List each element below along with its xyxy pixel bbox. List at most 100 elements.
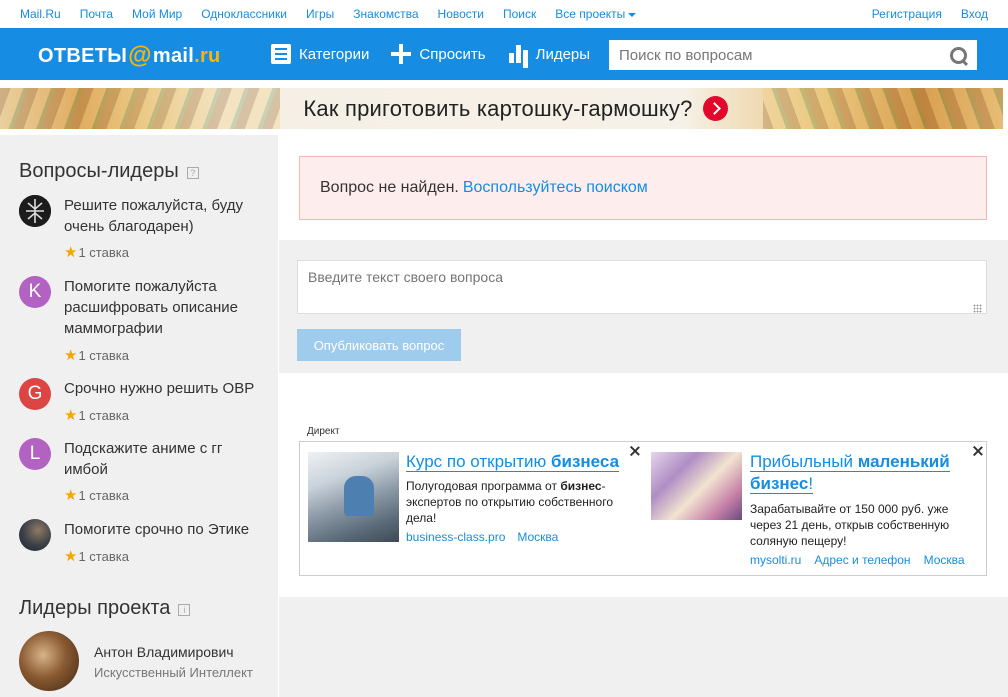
ad-text-bold: бизнес — [560, 479, 602, 493]
plus-icon — [391, 44, 412, 64]
project-leaders-title: Лидеры проекта — [19, 597, 171, 619]
question-textarea[interactable] — [297, 260, 987, 314]
question-title[interactable]: Помогите срочно по Этике — [64, 519, 274, 540]
emblem-icon — [19, 195, 51, 227]
ad-title-plain: Курс по открытию — [406, 452, 552, 471]
portal-link-search[interactable]: Поиск — [503, 7, 536, 21]
login-link[interactable]: Вход — [961, 7, 988, 21]
avatar[interactable] — [19, 631, 79, 691]
portal-link-myworld[interactable]: Мой Мир — [132, 7, 182, 21]
star-icon: ★ — [64, 347, 78, 364]
portal-link-ok[interactable]: Одноклассники — [201, 7, 287, 21]
search-box — [609, 40, 977, 70]
avatar[interactable]: K — [19, 276, 51, 308]
ad-domain-link[interactable]: mysolti.ru — [750, 553, 801, 567]
all-projects-label: Все проекты — [555, 7, 626, 21]
bet-count: ★ 1 ставка — [64, 547, 129, 565]
promo-image-left — [0, 88, 280, 129]
search-icon[interactable] — [941, 40, 977, 70]
list-item: K Помогите пожалуйста расшифровать описа… — [19, 276, 269, 366]
leader-name[interactable]: Антон Владимирович — [94, 644, 234, 660]
bet-label: 1 ставка — [78, 244, 129, 260]
info-icon[interactable]: i — [178, 604, 191, 616]
ad-item: Прибыльный маленький бизнес! Зарабатывай… — [651, 450, 981, 570]
nav-ask[interactable]: Спросить — [391, 44, 486, 64]
ad-domain-link[interactable]: business-class.pro — [406, 530, 505, 544]
avatar[interactable] — [19, 195, 51, 227]
portal-link-mail[interactable]: Почта — [80, 7, 113, 21]
use-search-link[interactable]: Воспользуйтесь поиском — [463, 179, 648, 197]
bet-label: 1 ставка — [78, 548, 129, 564]
nav-ask-label: Спросить — [419, 45, 486, 63]
logo-at: @ — [128, 42, 152, 69]
question-title[interactable]: Подскажите аниме с гг имбой — [64, 438, 254, 480]
main-content: Вопрос не найден. Воспользуйтесь поиском… — [279, 135, 1008, 697]
leader-card[interactable]: Антон Владимирович Искусственный Интелле… — [19, 631, 274, 691]
promo-image-right — [763, 88, 1003, 129]
bet-label: 1 ставка — [78, 407, 129, 423]
portal-link-mailru[interactable]: Mail.Ru — [20, 7, 61, 21]
question-title[interactable]: Помогите пожалуйста расшифровать описани… — [64, 276, 264, 339]
avatar[interactable]: G — [19, 378, 51, 410]
portal-link-dating[interactable]: Знакомства — [353, 7, 418, 21]
ad-description: Полугодовая программа от бизнес-эксперто… — [406, 478, 631, 526]
promo-banner[interactable]: Как приготовить картошку-гармошку? — [0, 88, 1003, 129]
ad-title-link[interactable]: Прибыльный маленький бизнес! — [750, 451, 975, 495]
main-nav: Категории Спросить Лидеры — [271, 28, 590, 80]
avatar[interactable] — [19, 519, 51, 551]
not-found-alert: Вопрос не найден. Воспользуйтесь поиском — [299, 156, 987, 220]
register-link[interactable]: Регистрация — [872, 7, 942, 21]
otvety-logo[interactable]: ОТВЕТЫ @ mail .ru — [38, 42, 221, 70]
portal-link-games[interactable]: Игры — [306, 7, 334, 21]
content-footer-area — [279, 597, 1008, 697]
list-icon — [271, 44, 291, 64]
nav-categories[interactable]: Категории — [271, 44, 369, 64]
project-leaders-heading: Лидеры проекта i — [19, 597, 191, 620]
ad-text-1: Полугодовая программа от — [406, 479, 561, 493]
star-icon: ★ — [64, 407, 78, 424]
avatar[interactable]: L — [19, 438, 51, 470]
bet-count: ★ 1 ставка — [64, 346, 129, 364]
leader-questions-title: Вопросы-лидеры — [19, 160, 179, 182]
ad-description: Зарабатывайте от 150 000 руб. уже через … — [750, 502, 950, 548]
close-icon[interactable] — [973, 446, 983, 456]
all-projects-dropdown[interactable]: Все проекты — [555, 7, 637, 21]
ad-address-link[interactable]: Адрес и телефон — [814, 553, 910, 567]
portal-link-news[interactable]: Новости — [438, 7, 484, 21]
nav-categories-label: Категории — [299, 45, 370, 63]
leader-rank: Искусственный Интеллект — [94, 665, 253, 680]
ad-links: business-class.pro Москва — [406, 530, 558, 544]
star-icon: ★ — [64, 548, 78, 565]
logo-mail: mail — [152, 44, 195, 67]
help-icon[interactable]: ? — [186, 167, 199, 179]
ad-city-link[interactable]: Москва — [924, 553, 965, 567]
ad-links: mysolti.ru Адрес и телефон Москва — [750, 553, 965, 567]
ad-image-figure — [344, 476, 374, 516]
portal-links: Mail.Ru Почта Мой Мир Одноклассники Игры… — [20, 7, 637, 21]
list-item: L Подскажите аниме с гг имбой ★ 1 ставка — [19, 438, 269, 508]
direct-ads-block: Курс по открытию бизнеса Полугодовая про… — [299, 441, 987, 576]
star-icon: ★ — [64, 487, 78, 504]
bet-count: ★ 1 ставка — [64, 486, 129, 504]
arrow-right-icon[interactable] — [702, 96, 728, 121]
bet-count: ★ 1 ставка — [64, 406, 129, 424]
question-title[interactable]: Срочно нужно решить ОВР — [64, 378, 274, 399]
star-icon: ★ — [64, 244, 78, 261]
ad-item: Курс по открытию бизнеса Полугодовая про… — [308, 450, 638, 570]
portal-bar: Mail.Ru Почта Мой Мир Одноклассники Игры… — [0, 0, 1008, 28]
promo-text: Как приготовить картошку-гармошку? — [303, 95, 693, 121]
close-icon[interactable] — [630, 446, 640, 456]
ad-title-link[interactable]: Курс по открытию бизнеса — [406, 451, 636, 473]
bar-chart-icon — [508, 44, 528, 64]
ad-image[interactable] — [651, 452, 742, 520]
nav-leaders-label: Лидеры — [535, 45, 591, 63]
search-input[interactable] — [609, 40, 941, 70]
ad-image[interactable] — [308, 452, 399, 542]
leader-questions-heading: Вопросы-лидеры ? — [19, 160, 199, 183]
nav-leaders[interactable]: Лидеры — [508, 44, 590, 64]
resize-handle-icon[interactable] — [973, 304, 982, 313]
portal-auth: Регистрация Вход — [872, 7, 988, 21]
ad-city-link[interactable]: Москва — [517, 530, 558, 544]
publish-question-button[interactable]: Опубликовать вопрос — [297, 329, 461, 361]
question-title[interactable]: Решите пожалуйста, буду очень благодарен… — [64, 195, 264, 237]
